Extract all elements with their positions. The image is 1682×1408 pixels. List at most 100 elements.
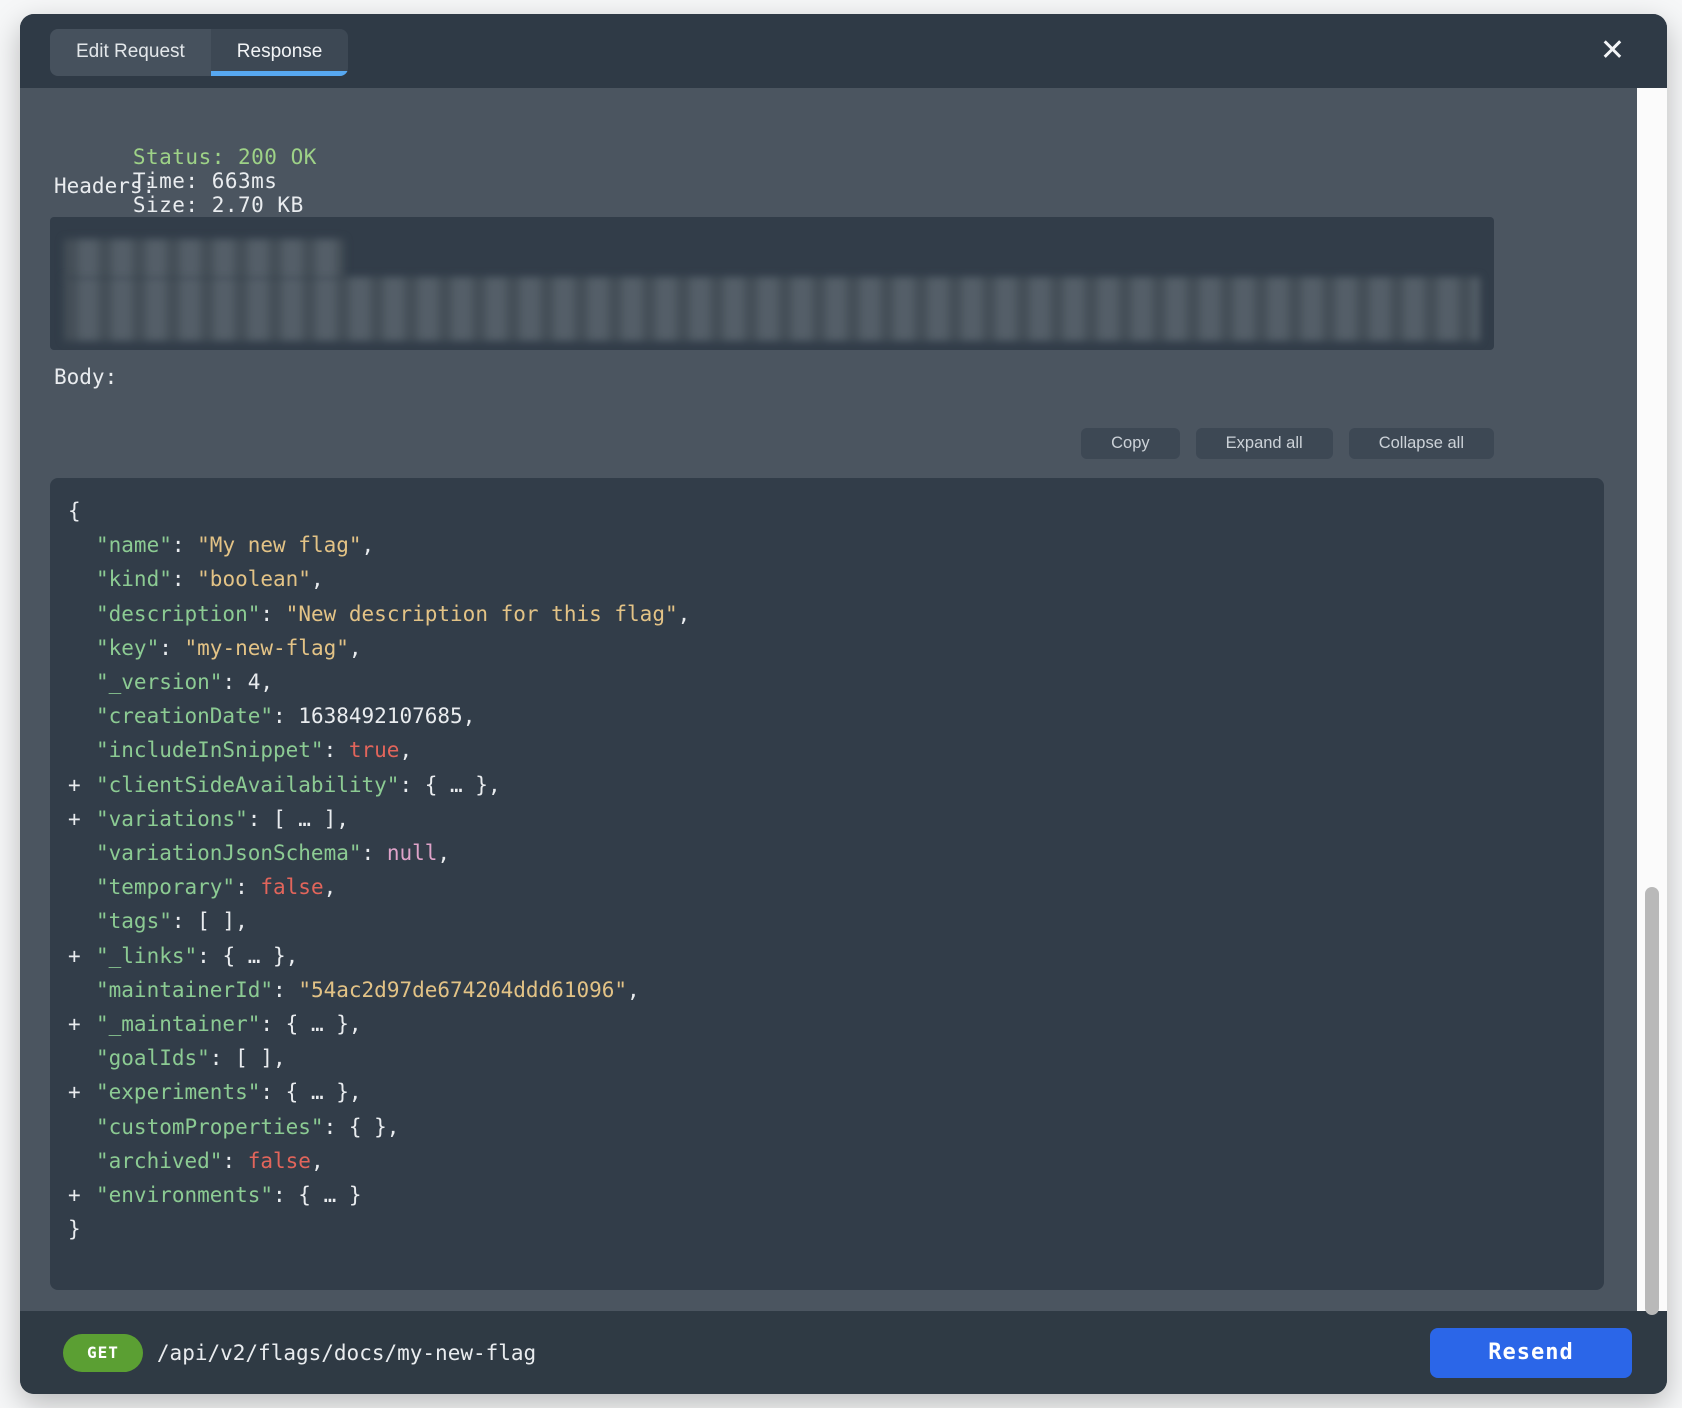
- response-panel: Status: 200 OK Time: 663ms Size: 2.70 KB…: [20, 88, 1667, 1311]
- json-gutter: {: [68, 494, 96, 528]
- json-token-p: ,: [627, 978, 640, 1002]
- json-token-k: "goalIds": [96, 1046, 210, 1070]
- json-token-k: "creationDate": [96, 704, 273, 728]
- json-gutter: }: [68, 1212, 96, 1246]
- json-token-p: ,: [437, 841, 450, 865]
- expand-toggle-icon[interactable]: +: [68, 1075, 96, 1109]
- json-token-k: "_version": [96, 670, 222, 694]
- json-token-p: :: [273, 978, 298, 1002]
- json-line: {: [68, 494, 1604, 528]
- json-line: "name": "My new flag",: [68, 528, 1604, 562]
- json-token-s: "New description for this flag": [286, 602, 678, 626]
- expand-toggle-icon[interactable]: +: [68, 939, 96, 973]
- json-token-n: 1638492107685: [298, 704, 462, 728]
- json-token-b: false: [248, 1149, 311, 1173]
- json-token-p: : [ … ],: [248, 807, 349, 831]
- json-token-p: : [ ],: [210, 1046, 286, 1070]
- json-token-k: "_maintainer": [96, 1012, 260, 1036]
- json-token-b: true: [349, 738, 400, 762]
- json-token-k: "experiments": [96, 1080, 260, 1104]
- expand-all-button[interactable]: Expand all: [1196, 428, 1333, 459]
- resend-button[interactable]: Resend: [1430, 1328, 1632, 1378]
- headers-box: [50, 217, 1494, 350]
- scrollbar-thumb[interactable]: [1645, 887, 1659, 1315]
- json-token-p: :: [324, 738, 349, 762]
- tab-bar: Edit Request Response: [50, 29, 348, 76]
- request-summary: GET /api/v2/flags/docs/my-new-flag: [63, 1334, 536, 1372]
- json-token-k: "description": [96, 602, 260, 626]
- json-token-p: :: [235, 875, 260, 899]
- request-url: /api/v2/flags/docs/my-new-flag: [157, 1341, 536, 1365]
- json-token-p: : { … },: [197, 944, 298, 968]
- expand-toggle-icon[interactable]: +: [68, 802, 96, 836]
- json-token-s: "54ac2d97de674204ddd61096": [298, 978, 627, 1002]
- json-token-p: ,: [324, 875, 337, 899]
- request-response-modal: Edit Request Response ✕ Status: 200 OK T…: [20, 14, 1667, 1394]
- json-line: +"environments": { … }: [68, 1178, 1604, 1212]
- json-token-s: "my-new-flag": [185, 636, 349, 660]
- json-line: }: [68, 1212, 1604, 1246]
- tab-response[interactable]: Response: [211, 29, 349, 76]
- json-line: "key": "my-new-flag",: [68, 631, 1604, 665]
- json-token-p: : [ ],: [172, 909, 248, 933]
- json-token-p: ,: [349, 636, 362, 660]
- json-token-u: null: [387, 841, 438, 865]
- modal-footer: GET /api/v2/flags/docs/my-new-flag Resen…: [20, 1311, 1667, 1394]
- json-line: "archived": false,: [68, 1144, 1604, 1178]
- json-token-k: "kind": [96, 567, 172, 591]
- expand-toggle-icon[interactable]: +: [68, 1178, 96, 1212]
- tab-edit-request[interactable]: Edit Request: [50, 29, 211, 76]
- json-line: +"_links": { … },: [68, 939, 1604, 973]
- json-token-p: :: [159, 636, 184, 660]
- expand-toggle-icon[interactable]: +: [68, 1007, 96, 1041]
- json-token-k: "variationJsonSchema": [96, 841, 362, 865]
- collapse-all-button[interactable]: Collapse all: [1349, 428, 1494, 459]
- json-line: "description": "New description for this…: [68, 597, 1604, 631]
- json-line: "_version": 4,: [68, 665, 1604, 699]
- json-token-s: "My new flag": [197, 533, 361, 557]
- json-line: "tags": [ ],: [68, 904, 1604, 938]
- json-response-viewer: {"name": "My new flag","kind": "boolean"…: [50, 478, 1604, 1290]
- json-line: "kind": "boolean",: [68, 562, 1604, 596]
- json-token-p: :: [362, 841, 387, 865]
- json-token-p: ,: [311, 567, 324, 591]
- json-token-k: "_links": [96, 944, 197, 968]
- json-token-p: ,: [399, 738, 412, 762]
- json-token-p: : { … },: [260, 1080, 361, 1104]
- copy-button[interactable]: Copy: [1081, 428, 1180, 459]
- json-token-k: "variations": [96, 807, 248, 831]
- headers-label: Headers:: [54, 174, 155, 198]
- json-line: +"clientSideAvailability": { … },: [68, 768, 1604, 802]
- json-token-p: :: [273, 704, 298, 728]
- json-token-p: ,: [678, 602, 691, 626]
- expand-toggle-icon[interactable]: +: [68, 768, 96, 802]
- json-line: +"experiments": { … },: [68, 1075, 1604, 1109]
- json-line: "variationJsonSchema": null,: [68, 836, 1604, 870]
- json-token-k: "includeInSnippet": [96, 738, 324, 762]
- json-token-p: ,: [260, 670, 273, 694]
- json-line: +"_maintainer": { … },: [68, 1007, 1604, 1041]
- json-token-p: ,: [463, 704, 476, 728]
- status-value: Status: 200 OK: [133, 145, 317, 169]
- json-token-p: :: [172, 533, 197, 557]
- json-token-p: : { … }: [273, 1183, 362, 1207]
- json-line: "customProperties": { },: [68, 1110, 1604, 1144]
- body-label: Body:: [54, 365, 117, 389]
- json-token-k: "maintainerId": [96, 978, 273, 1002]
- close-icon[interactable]: ✕: [1592, 32, 1633, 70]
- json-token-b: false: [260, 875, 323, 899]
- json-line: "creationDate": 1638492107685,: [68, 699, 1604, 733]
- redacted-header-text: [64, 277, 1480, 341]
- body-toolbar: Copy Expand all Collapse all: [50, 428, 1494, 459]
- json-token-k: "clientSideAvailability": [96, 773, 399, 797]
- json-token-s: "boolean": [197, 567, 311, 591]
- json-line: +"variations": [ … ],: [68, 802, 1604, 836]
- json-token-k: "temporary": [96, 875, 235, 899]
- scrollbar-track[interactable]: [1637, 88, 1667, 1311]
- redacted-header-text: [64, 239, 344, 279]
- json-token-p: : { … },: [260, 1012, 361, 1036]
- json-token-n: 4: [248, 670, 261, 694]
- json-token-k: "tags": [96, 909, 172, 933]
- json-token-p: :: [172, 567, 197, 591]
- json-token-p: :: [222, 670, 247, 694]
